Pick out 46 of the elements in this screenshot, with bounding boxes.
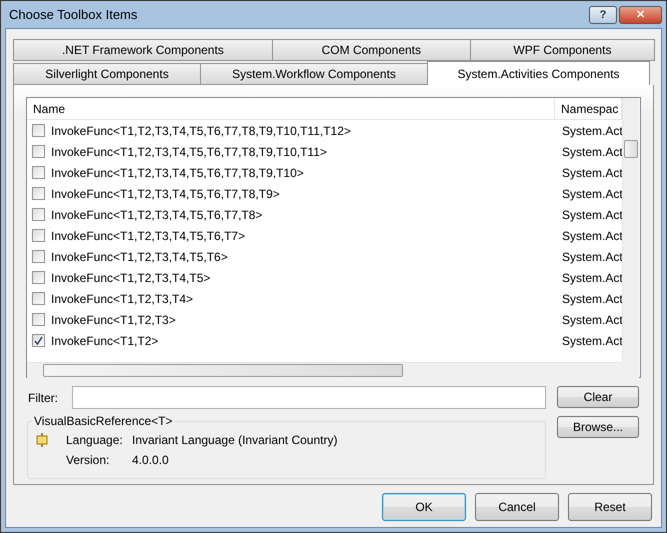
clear-button[interactable]: Clear <box>557 386 639 408</box>
help-button[interactable]: ? <box>589 6 617 24</box>
field-value: 4.0.0.0 <box>132 452 170 467</box>
column-header[interactable]: Name <box>27 98 555 119</box>
window-title: Choose Toolbox Items <box>9 7 138 22</box>
filter-label: Filter: <box>28 390 58 404</box>
tab[interactable]: Silverlight Components <box>13 63 201 85</box>
field-label: Version: <box>66 452 110 467</box>
component-name: InvokeFunc<T1,T2,T3,T4,T5> <box>51 270 210 284</box>
checkbox[interactable] <box>32 208 45 221</box>
component-name: InvokeFunc<T1,T2,T3,T4,T5,T6,T7,T8,T9> <box>51 186 280 200</box>
component-name: InvokeFunc<T1,T2,T3,T4,T5,T6> <box>51 250 228 264</box>
component-name: InvokeFunc<T1,T2,T3,T4,T5,T6,T7,T8,T9,T10> <box>51 166 304 180</box>
assembly-icon <box>36 433 48 448</box>
checkbox[interactable] <box>32 292 45 305</box>
checkbox[interactable] <box>32 124 45 137</box>
vertical-scrollbar[interactable] <box>622 98 639 362</box>
checkbox[interactable] <box>32 250 45 263</box>
checkbox[interactable] <box>32 313 45 326</box>
dialog-button[interactable]: OK <box>382 493 466 521</box>
horizontal-scrollbar[interactable] <box>27 362 622 378</box>
dialog-button[interactable]: Reset <box>568 493 652 521</box>
checkbox[interactable] <box>32 229 45 242</box>
dialog-button[interactable]: Cancel <box>475 493 559 521</box>
tab[interactable]: .NET Framework Components <box>13 39 273 61</box>
tab[interactable]: System.Workflow Components <box>200 63 428 85</box>
component-name: InvokeFunc<T1,T2,T3,T4,T5,T6,T7,T8,T9,T10,T11,T12> <box>51 124 351 138</box>
checkbox[interactable] <box>32 334 45 347</box>
tab[interactable]: System.Activities Components <box>427 61 650 85</box>
field-value: Invariant Language (Invariant Country) <box>132 433 338 448</box>
checkbox[interactable] <box>32 271 45 284</box>
component-name: InvokeFunc<T1,T2> <box>51 334 158 348</box>
component-name: InvokeFunc<T1,T2,T3,T4,T5,T6,T7> <box>51 228 246 242</box>
filter-field[interactable] <box>72 386 546 409</box>
browse-button[interactable]: Browse... <box>557 416 639 438</box>
component-name: InvokeFunc<T1,T2,T3,T4> <box>51 292 194 306</box>
checkbox[interactable] <box>32 145 45 158</box>
checkbox[interactable] <box>32 187 45 200</box>
component-name: InvokeFunc<T1,T2,T3,T4,T5,T6,T7,T8,T9,T10,T11> <box>51 144 327 158</box>
component-name: InvokeFunc<T1,T2,T3> <box>51 312 176 326</box>
group-title: VisualBasicReference<T> <box>32 414 175 428</box>
field-label: Language: <box>66 433 124 448</box>
tab[interactable]: WPF Components <box>470 39 655 61</box>
checkbox[interactable] <box>32 166 45 179</box>
tab[interactable]: COM Components <box>272 39 471 61</box>
component-name: InvokeFunc<T1,T2,T3,T4,T5,T6,T7,T8> <box>51 208 262 222</box>
